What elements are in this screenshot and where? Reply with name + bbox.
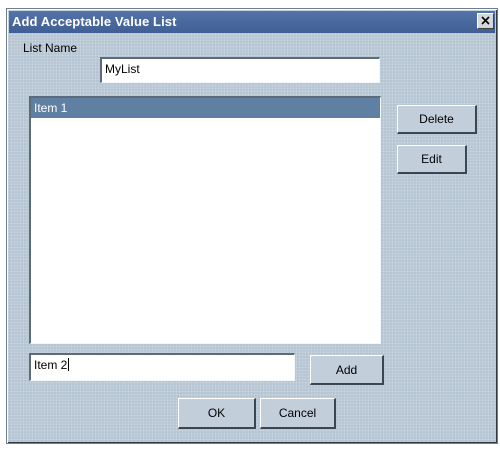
list-name-input[interactable]: MyList (100, 57, 380, 83)
add-acceptable-value-list-dialog: Add Acceptable Value List List Name MyLi… (6, 8, 498, 444)
add-button[interactable]: Add (310, 355, 384, 385)
list-name-value: MyList (105, 62, 140, 76)
close-button[interactable] (477, 13, 494, 29)
text-caret (68, 358, 70, 371)
edit-button[interactable]: Edit (397, 145, 467, 174)
list-item-label: Item 1 (34, 101, 68, 115)
new-item-input[interactable]: Item 2 (29, 353, 295, 381)
title-bar[interactable]: Add Acceptable Value List (9, 11, 495, 33)
ok-button[interactable]: OK (178, 398, 256, 429)
delete-button[interactable]: Delete (397, 105, 477, 134)
close-icon (481, 16, 490, 25)
cancel-button[interactable]: Cancel (260, 398, 336, 429)
values-listbox[interactable]: Item 1 (29, 96, 381, 344)
list-name-label: List Name (23, 41, 78, 55)
new-item-value: Item 2 (34, 358, 68, 372)
window-title: Add Acceptable Value List (12, 14, 177, 29)
list-item[interactable]: Item 1 (31, 98, 380, 118)
